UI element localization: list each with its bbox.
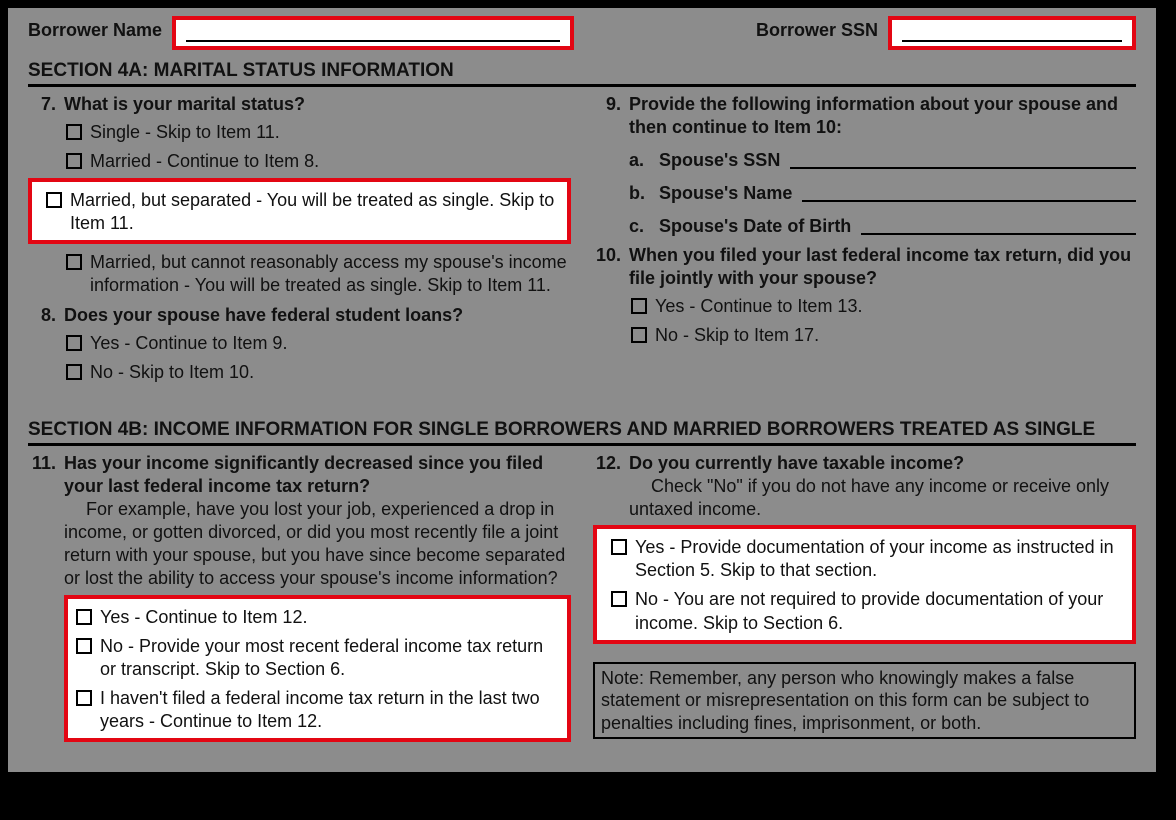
section-4a-columns: 7. What is your marital status? Single -…	[28, 87, 1136, 385]
q10-opt-yes-label: Yes - Continue to Item 13.	[655, 295, 1134, 318]
q7-opt-noaccess-label: Married, but cannot reasonably access my…	[90, 251, 569, 297]
q10-opt-no-label: No - Skip to Item 17.	[655, 324, 1134, 347]
q7-opt-noaccess[interactable]: Married, but cannot reasonably access my…	[64, 250, 571, 298]
q11-options-highlight: Yes - Continue to Item 12. No - Provide …	[64, 595, 571, 742]
q12-prompt: Do you currently have taxable income?	[629, 452, 1136, 475]
q11-opt-yes-label: Yes - Continue to Item 12.	[100, 606, 559, 629]
q7-cont: Married, but cannot reasonably access my…	[28, 246, 571, 298]
q12: 12. Do you currently have taxable income…	[593, 452, 1136, 521]
q12-options-highlight: Yes - Provide documentation of your inco…	[593, 525, 1136, 643]
checkbox-icon[interactable]	[76, 638, 92, 654]
q7: 7. What is your marital status? Single -…	[28, 93, 571, 174]
q9-a-label: Spouse's SSN	[659, 149, 780, 172]
q8-prompt: Does your spouse have federal student lo…	[64, 304, 571, 327]
borrower-name-underline	[186, 40, 560, 42]
q10-opt-no[interactable]: No - Skip to Item 17.	[629, 323, 1136, 348]
checkbox-icon[interactable]	[76, 609, 92, 625]
q11-opt-no-label: No - Provide your most recent federal in…	[100, 635, 559, 681]
q9-c-label: Spouse's Date of Birth	[659, 215, 851, 238]
spouse-dob-input[interactable]	[861, 233, 1136, 235]
q12-opt-no[interactable]: No - You are not required to provide doc…	[609, 587, 1126, 635]
q10-opt-yes[interactable]: Yes - Continue to Item 13.	[629, 294, 1136, 319]
q10-number: 10.	[593, 244, 621, 348]
q11-opt-nofile-label: I haven't filed a federal income tax ret…	[100, 687, 559, 733]
section-4b-right: 12. Do you currently have taxable income…	[593, 446, 1136, 741]
form-page: Borrower Name Borrower SSN SECTION 4A: M…	[8, 8, 1156, 772]
borrower-ssn-underline	[902, 40, 1122, 42]
q11: 11. Has your income significantly decrea…	[28, 452, 571, 590]
q7-number: 7.	[28, 93, 56, 174]
q8-opt-yes-label: Yes - Continue to Item 9.	[90, 332, 569, 355]
q11-opt-no[interactable]: No - Provide your most recent federal in…	[74, 634, 561, 682]
checkbox-icon[interactable]	[66, 153, 82, 169]
borrower-ssn-input[interactable]	[888, 16, 1136, 50]
q7-prompt: What is your marital status?	[64, 93, 571, 116]
q12-opt-no-label: No - You are not required to provide doc…	[635, 588, 1124, 634]
checkbox-icon[interactable]	[611, 539, 627, 555]
q9-number: 9.	[593, 93, 621, 238]
borrower-name-label: Borrower Name	[28, 16, 162, 41]
q11-prompt: Has your income significantly decreased …	[64, 452, 571, 498]
header-row: Borrower Name Borrower SSN	[28, 8, 1136, 50]
q9: 9. Provide the following information abo…	[593, 93, 1136, 238]
checkbox-icon[interactable]	[66, 335, 82, 351]
spouse-name-input[interactable]	[802, 200, 1136, 202]
checkbox-icon[interactable]	[631, 327, 647, 343]
checkbox-icon[interactable]	[46, 192, 62, 208]
q7-opt-married[interactable]: Married - Continue to Item 8.	[64, 149, 571, 174]
q7-opt-single-label: Single - Skip to Item 11.	[90, 121, 569, 144]
q9-c-row: c. Spouse's Date of Birth	[629, 215, 1136, 238]
q7-opt-separated-highlight: Married, but separated - You will be tre…	[28, 178, 571, 244]
borrower-ssn-block: Borrower SSN	[756, 16, 1136, 50]
section-4b-left: 11. Has your income significantly decrea…	[28, 446, 571, 741]
q12-opt-yes-label: Yes - Provide documentation of your inco…	[635, 536, 1124, 582]
checkbox-icon[interactable]	[611, 591, 627, 607]
q10: 10. When you filed your last federal inc…	[593, 244, 1136, 348]
q8-opt-no[interactable]: No - Skip to Item 10.	[64, 360, 571, 385]
q11-opt-nofile[interactable]: I haven't filed a federal income tax ret…	[74, 686, 561, 734]
q9-b-label: Spouse's Name	[659, 182, 792, 205]
section-4a-right: 9. Provide the following information abo…	[593, 87, 1136, 385]
q9-prompt: Provide the following information about …	[629, 93, 1136, 139]
borrower-ssn-label: Borrower SSN	[756, 16, 878, 41]
checkbox-icon[interactable]	[76, 690, 92, 706]
section-4b-title: SECTION 4B: INCOME INFORMATION FOR SINGL…	[28, 409, 1136, 446]
q9-c-letter: c.	[629, 215, 649, 238]
q10-prompt: When you filed your last federal income …	[629, 244, 1136, 290]
checkbox-icon[interactable]	[66, 124, 82, 140]
checkbox-icon[interactable]	[631, 298, 647, 314]
footer-note-box: Note: Remember, any person who knowingly…	[593, 662, 1136, 740]
q11-number: 11.	[28, 452, 56, 590]
q11-opt-yes[interactable]: Yes - Continue to Item 12.	[74, 605, 561, 630]
q9-a-letter: a.	[629, 149, 649, 172]
q8: 8. Does your spouse have federal student…	[28, 304, 571, 385]
checkbox-icon[interactable]	[66, 364, 82, 380]
q9-b-row: b. Spouse's Name	[629, 182, 1136, 205]
section-4a-left: 7. What is your marital status? Single -…	[28, 87, 571, 385]
q7-opt-single[interactable]: Single - Skip to Item 11.	[64, 120, 571, 145]
q9-b-letter: b.	[629, 182, 649, 205]
q7-opt-separated[interactable]: Married, but separated - You will be tre…	[44, 188, 561, 236]
q8-opt-no-label: No - Skip to Item 10.	[90, 361, 569, 384]
q11-note: For example, have you lost your job, exp…	[64, 498, 571, 590]
q7-opt-married-label: Married - Continue to Item 8.	[90, 150, 569, 173]
spouse-ssn-input[interactable]	[790, 167, 1136, 169]
q12-number: 12.	[593, 452, 621, 521]
section-4a-title: SECTION 4A: MARITAL STATUS INFORMATION	[28, 50, 1136, 87]
q9-a-row: a. Spouse's SSN	[629, 149, 1136, 172]
q7-opt-separated-label: Married, but separated - You will be tre…	[70, 189, 559, 235]
q12-note: Check "No" if you do not have any income…	[629, 475, 1136, 521]
section-4b-columns: 11. Has your income significantly decrea…	[28, 446, 1136, 741]
checkbox-icon[interactable]	[66, 254, 82, 270]
q8-opt-yes[interactable]: Yes - Continue to Item 9.	[64, 331, 571, 356]
q8-number: 8.	[28, 304, 56, 385]
borrower-name-block: Borrower Name	[28, 16, 574, 50]
borrower-name-input[interactable]	[172, 16, 574, 50]
q12-opt-yes[interactable]: Yes - Provide documentation of your inco…	[609, 535, 1126, 583]
